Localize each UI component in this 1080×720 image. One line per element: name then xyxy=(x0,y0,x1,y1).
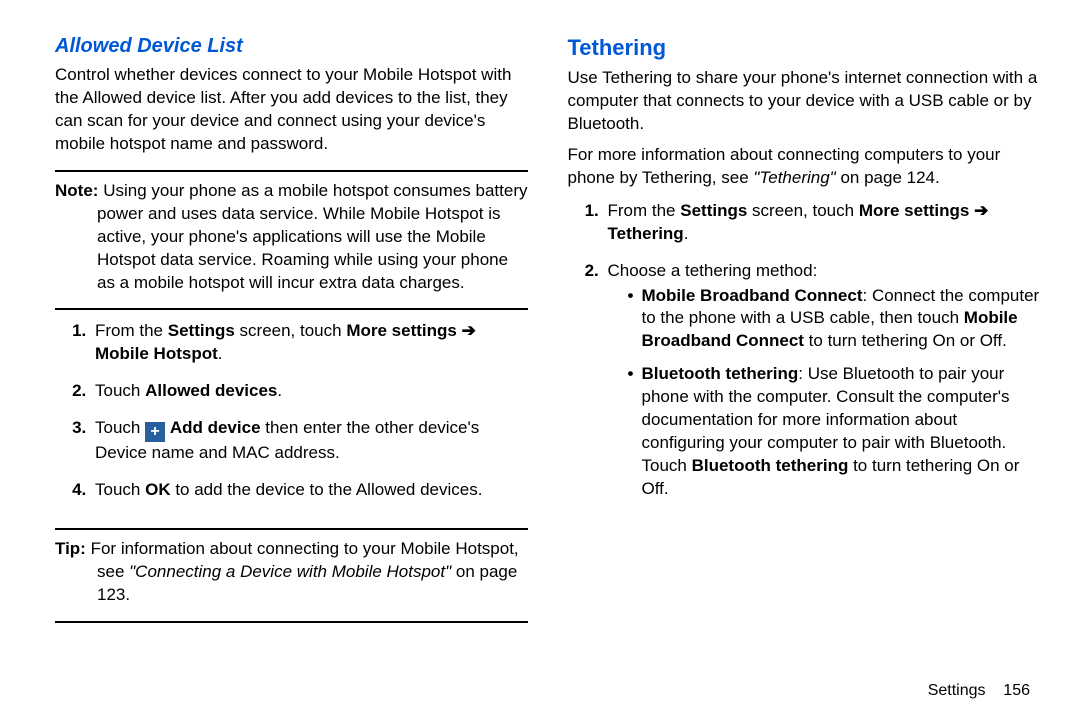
bold: Allowed devices xyxy=(145,381,277,400)
step-1: From the Settings screen, touch More set… xyxy=(604,200,1041,246)
intro-text: Control whether devices connect to your … xyxy=(55,64,528,156)
bold: More settings xyxy=(859,201,970,220)
tip-block: Tip: For information about connecting to… xyxy=(55,538,528,607)
text: . xyxy=(684,224,689,243)
bullet-list: Mobile Broadband Connect: Connect the co… xyxy=(608,285,1041,501)
italic: "Tethering" xyxy=(753,168,835,187)
arrow-icon: ➔ xyxy=(462,321,476,340)
step-3: Touch + Add device then enter the other … xyxy=(91,417,528,465)
bold: Mobile Hotspot xyxy=(95,344,218,363)
step-2: Choose a tethering method: Mobile Broadb… xyxy=(604,260,1041,501)
text: Touch xyxy=(95,480,145,499)
text: to add the device to the Allowed devices… xyxy=(171,480,483,499)
arrow-icon: ➔ xyxy=(974,201,988,220)
bold: Bluetooth tethering xyxy=(692,456,849,475)
page-root: Allowed Device List Control whether devi… xyxy=(0,0,1080,720)
bold: Mobile Broadband Connect xyxy=(642,286,863,305)
text: Touch xyxy=(95,381,145,400)
bullet-bluetooth-tethering: Bluetooth tethering: Use Bluetooth to pa… xyxy=(628,363,1041,501)
text: Choose a tethering method: xyxy=(608,261,818,280)
note-block: Note: Using your phone as a mobile hotsp… xyxy=(55,180,528,295)
text: From the xyxy=(95,321,168,340)
step-1: From the Settings screen, touch More set… xyxy=(91,320,528,366)
right-column: Tethering Use Tethering to share your ph… xyxy=(568,35,1041,690)
steps-list-left: From the Settings screen, touch More set… xyxy=(55,320,528,516)
bullet-mobile-broadband: Mobile Broadband Connect: Connect the co… xyxy=(628,285,1041,354)
text: on page 124. xyxy=(836,168,940,187)
bold: OK xyxy=(145,480,171,499)
plus-icon: + xyxy=(145,422,165,442)
divider xyxy=(55,308,528,310)
more-info-text: For more information about connecting co… xyxy=(568,144,1041,190)
text: screen, touch xyxy=(747,201,859,220)
section-title-allowed-device-list: Allowed Device List xyxy=(55,35,528,58)
tip-italic: "Connecting a Device with Mobile Hotspot… xyxy=(129,562,451,581)
divider xyxy=(55,170,528,172)
text: to turn tethering On or Off. xyxy=(804,331,1007,350)
text: . xyxy=(277,381,282,400)
divider xyxy=(55,528,528,530)
note-body: Using your phone as a mobile hotspot con… xyxy=(97,181,527,292)
divider xyxy=(55,621,528,623)
page-footer: Settings 156 xyxy=(928,682,1030,700)
text: screen, touch xyxy=(235,321,347,340)
text: From the xyxy=(608,201,681,220)
footer-label: Settings xyxy=(928,682,986,699)
note-label: Note: xyxy=(55,181,98,200)
text: . xyxy=(218,344,223,363)
bold: Bluetooth tethering xyxy=(642,364,799,383)
intro-text: Use Tethering to share your phone's inte… xyxy=(568,67,1041,136)
section-heading-tethering: Tethering xyxy=(568,35,1041,61)
bold: Tethering xyxy=(608,224,684,243)
bold: Settings xyxy=(680,201,747,220)
step-4: Touch OK to add the device to the Allowe… xyxy=(91,479,528,502)
bold: More settings xyxy=(346,321,457,340)
tip-label: Tip: xyxy=(55,539,86,558)
text: Touch xyxy=(95,418,145,437)
left-column: Allowed Device List Control whether devi… xyxy=(55,35,528,690)
step-2: Touch Allowed devices. xyxy=(91,380,528,403)
footer-page-number: 156 xyxy=(1003,682,1030,699)
bold: Settings xyxy=(168,321,235,340)
steps-list-right: From the Settings screen, touch More set… xyxy=(568,200,1041,515)
bold: Add device xyxy=(170,418,261,437)
